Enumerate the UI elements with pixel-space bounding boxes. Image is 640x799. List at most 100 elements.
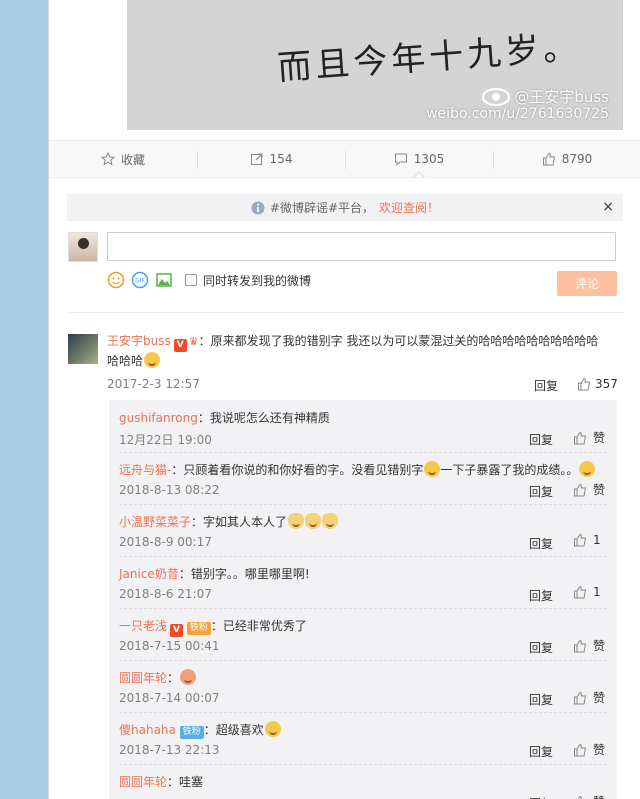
commenter-avatar[interactable]: [68, 334, 98, 364]
reply-time: 2018-8-9 00:17: [119, 535, 212, 549]
comment-text: ：原来都发现了我的错别字 我还以为可以蒙混过关的哈哈哈哈哈哈哈哈哈哈: [198, 334, 599, 348]
cat-emoji-icon: [322, 513, 339, 529]
info-icon: [251, 201, 265, 214]
close-icon[interactable]: ×: [602, 199, 614, 215]
fan-badge: 铁粉: [179, 726, 204, 739]
active-tab-caret-icon: [413, 171, 425, 178]
repost-button[interactable]: 154: [197, 141, 345, 177]
reply-text: ：字如其人本人了: [191, 515, 288, 529]
thumbs-up-icon: [578, 377, 591, 391]
smile-emoji-icon: [264, 721, 281, 737]
reply-username[interactable]: 远舟与猫-: [119, 463, 171, 477]
notice-text[interactable]: #微博辟谣#平台，: [270, 199, 374, 216]
reply-button[interactable]: 回复: [534, 377, 558, 394]
thumbs-up-icon: [577, 795, 587, 799]
comment-username[interactable]: 王安宇buss: [107, 334, 171, 348]
reply-item: 圆圆年轮：哇塞 回复 赞: [109, 764, 617, 799]
reply-text: ：我说呢怎么还有神精质: [197, 411, 330, 425]
thumbs-up-icon: [574, 743, 587, 756]
reply-text-cont: 一下子暴露了我的成绩。。: [440, 463, 579, 477]
reply-username[interactable]: 一只老浅: [119, 619, 167, 633]
reply-time: 2018-7-13 22:13: [119, 743, 220, 757]
reply-button[interactable]: 回复: [529, 431, 553, 448]
composer-tools: GIF 同时转发到我的微博: [107, 271, 311, 289]
submit-comment-button[interactable]: 评论: [557, 271, 617, 296]
reply-username[interactable]: 傻hahaha: [119, 723, 176, 737]
gif-icon[interactable]: GIF: [131, 271, 149, 289]
thumbs-up-icon: [542, 152, 555, 166]
octopus-emoji-icon: [180, 669, 197, 685]
reply-button[interactable]: 回复: [529, 587, 553, 604]
laugh-emoji-icon: [424, 461, 441, 477]
reply-button[interactable]: 回复: [529, 795, 553, 799]
reply-username[interactable]: 圆圆年轮: [119, 775, 167, 789]
comment-button[interactable]: 1305: [345, 141, 493, 178]
reply-like-button[interactable]: 1: [573, 585, 601, 599]
reply-like-button[interactable]: 赞: [573, 793, 605, 799]
reply-button[interactable]: 回复: [529, 483, 553, 500]
favorite-button[interactable]: 收藏: [49, 141, 197, 177]
reply-username[interactable]: Janice奶昔: [119, 567, 179, 581]
vip-badge-icon: V: [173, 339, 187, 352]
main-comment: 王安宇buss V ♛：原来都发现了我的错别字 我还以为可以蒙混过关的哈哈哈哈哈哈哈…: [107, 332, 617, 370]
reply-like-button[interactable]: 赞: [573, 429, 605, 446]
reply-button[interactable]: 回复: [529, 743, 553, 760]
fan-badge: 铁粉: [186, 622, 211, 635]
watermark-url: weibo.com/u/2761630725: [426, 106, 609, 122]
reply-time: 2018-7-14 00:07: [119, 691, 220, 705]
reply-like-button[interactable]: 赞: [573, 741, 605, 758]
reply-item: 小温野菜菜子：字如其人本人了 2018-8-9 00:17 回复 1: [109, 504, 617, 556]
laugh-emoji-icon: [579, 461, 596, 477]
reply-like-button[interactable]: 1: [573, 533, 601, 547]
smiley-icon[interactable]: [107, 271, 125, 289]
weibo-card: 而且今年十九岁。 @王安宇buss weibo.com/u/2761630725…: [48, 0, 640, 799]
watermark-handle: @王安宇buss: [482, 86, 609, 107]
reply-item: gushifanrong：我说呢怎么还有神精质 12月22日 19:00 回复 …: [109, 400, 617, 452]
like-button[interactable]: 8790: [493, 141, 640, 177]
cat-emoji-icon: [288, 513, 305, 529]
image-icon[interactable]: [155, 271, 173, 289]
reply-username[interactable]: gushifanrong: [119, 411, 198, 425]
reply-time: 2018-8-13 08:22: [119, 483, 220, 497]
weibo-eye-icon: [482, 87, 511, 106]
reply-button[interactable]: 回复: [529, 691, 553, 708]
notice-link[interactable]: 欢迎查阅！: [379, 199, 439, 216]
reply-username[interactable]: 小温野菜菜子: [119, 515, 191, 529]
reply-time: 12月22日 19:00: [119, 433, 212, 447]
comment-input[interactable]: [107, 232, 616, 261]
reply-time: 2018-7-15 00:41: [119, 639, 220, 653]
crown-badge-icon: ♛: [188, 335, 199, 348]
reply-item: 傻hahaha 铁粉 ：超级喜欢 2018-7-13 22:13 回复 赞: [109, 712, 617, 764]
repost-checkbox[interactable]: [185, 274, 197, 286]
reply-button[interactable]: 回复: [529, 639, 553, 656]
reply-username[interactable]: 圆圆年轮: [119, 671, 167, 685]
comment-time[interactable]: 2017-2-3 12:57: [107, 377, 200, 391]
reply-item: Janice奶昔：错别字。。哪里哪里啊! 2018-8-6 21:07 回复 1: [109, 556, 617, 608]
reply-text: ：: [167, 671, 180, 685]
comment-icon: [394, 153, 407, 166]
reply-button[interactable]: 回复: [529, 535, 553, 552]
grin-emoji-icon: [144, 352, 161, 368]
star-icon: [100, 152, 115, 166]
my-avatar[interactable]: [68, 232, 98, 262]
thumbs-up-icon: [574, 533, 587, 547]
divider: [67, 312, 623, 313]
handwriting-text: 而且今年十九岁。: [276, 27, 583, 89]
reply-like-button[interactable]: 赞: [573, 689, 605, 706]
post-image[interactable]: 而且今年十九岁。 @王安宇buss weibo.com/u/2761630725: [127, 0, 623, 130]
thumbs-up-icon: [574, 639, 587, 652]
comment-like-button[interactable]: 357: [577, 377, 618, 391]
svg-text:GIF: GIF: [135, 278, 145, 285]
thumbs-up-icon: [574, 691, 587, 704]
thumbs-up-icon: [574, 585, 587, 599]
reply-like-button[interactable]: 赞: [573, 481, 605, 498]
reply-text: ：已经非常优秀了: [210, 619, 307, 633]
reply-item: 一只老浅 V 铁粉 ：已经非常优秀了 2018-7-15 00:41 回复 赞: [109, 608, 617, 660]
comment-text-cont: 哈哈哈: [107, 354, 144, 368]
reply-like-button[interactable]: 赞: [573, 637, 605, 654]
action-bar: 收藏 154 1305 8790: [49, 140, 640, 178]
reply-list: gushifanrong：我说呢怎么还有神精质 12月22日 19:00 回复 …: [109, 400, 617, 799]
thumbs-up-icon: [574, 483, 587, 496]
reply-text: ：错别字。。哪里哪里啊!: [178, 567, 310, 581]
reply-item: 远舟与猫-：只顾着看你说的和你好看的字。没看见错别字 一下子暴露了我的成绩。。 2…: [109, 452, 617, 504]
